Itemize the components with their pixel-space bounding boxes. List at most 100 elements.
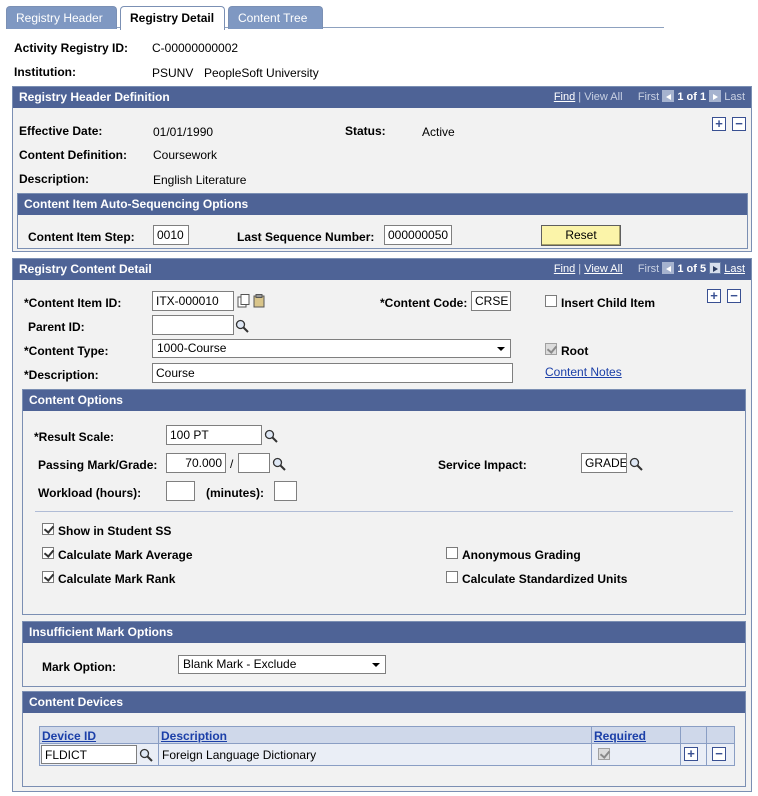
content-item-id-input[interactable]: ITX-000010 bbox=[152, 291, 234, 311]
effective-date-label: Effective Date: bbox=[19, 124, 103, 138]
col-required[interactable]: Required bbox=[594, 729, 646, 743]
insufficient-mark-options-box: Insufficient Mark Options Mark Option: B… bbox=[22, 621, 746, 687]
content-options-box: Content Options *Result Scale: 100 PT Pa… bbox=[22, 389, 746, 615]
anonymous-grading-checkbox[interactable] bbox=[446, 547, 458, 559]
mark-option-select[interactable]: Blank Mark - Exclude bbox=[178, 655, 386, 674]
mark-option-label: Mark Option: bbox=[42, 660, 116, 674]
device-id-input[interactable]: FLDICT bbox=[41, 745, 137, 764]
registry-header-definition-header: Registry Header Definition Find | View A… bbox=[13, 87, 751, 108]
status-label: Status: bbox=[345, 124, 386, 138]
parent-id-lookup-icon[interactable] bbox=[235, 319, 249, 333]
col-description[interactable]: Description bbox=[161, 729, 227, 743]
result-scale-input[interactable]: 100 PT bbox=[166, 425, 262, 445]
view-all-link[interactable]: View All bbox=[584, 263, 622, 275]
tab-content-tree[interactable]: Content Tree bbox=[228, 6, 323, 29]
effective-date: 01/01/1990 bbox=[153, 125, 214, 139]
registry-header-definition-box: Registry Header Definition Find | View A… bbox=[12, 86, 752, 252]
passing-mark-label: Passing Mark/Grade: bbox=[38, 458, 158, 472]
content-nav: Find | View All First 1 of 5 Last bbox=[554, 259, 745, 279]
tab-registry-header[interactable]: Registry Header bbox=[6, 6, 117, 29]
workload-hours-label: Workload (hours): bbox=[38, 486, 142, 500]
parent-id-label: Parent ID: bbox=[28, 320, 85, 334]
content-item-step-input[interactable]: 0010 bbox=[153, 225, 189, 245]
reset-button[interactable]: Reset bbox=[541, 225, 621, 246]
find-link[interactable]: Find bbox=[554, 263, 575, 275]
calculate-mark-average-label: Calculate Mark Average bbox=[58, 548, 193, 562]
insert-child-item-checkbox[interactable] bbox=[545, 295, 557, 307]
service-impact-label: Service Impact: bbox=[438, 458, 527, 472]
row-count: 1 of 1 bbox=[677, 91, 707, 103]
activity-registry-id-label: Activity Registry ID: bbox=[14, 41, 129, 55]
device-description: Foreign Language Dictionary bbox=[162, 748, 317, 762]
calculate-mark-rank-checkbox[interactable] bbox=[42, 571, 54, 583]
separator: | bbox=[578, 91, 582, 103]
show-in-student-ss-checkbox[interactable] bbox=[42, 523, 54, 535]
institution-label: Institution: bbox=[14, 65, 76, 79]
result-scale-label: *Result Scale: bbox=[34, 430, 115, 444]
root-label: Root bbox=[561, 344, 589, 358]
next-arrow-icon[interactable] bbox=[709, 262, 722, 275]
content-item-id-label: *Content Item ID: bbox=[24, 296, 122, 310]
row-count: 1 of 5 bbox=[677, 263, 707, 275]
passing-mark-input[interactable]: 70.000 bbox=[166, 453, 226, 473]
first-label: First bbox=[637, 263, 660, 275]
content-definition-label: Content Definition: bbox=[19, 148, 127, 162]
calculate-mark-average-checkbox[interactable] bbox=[42, 547, 54, 559]
service-impact-lookup-icon[interactable] bbox=[629, 457, 643, 471]
root-checkbox bbox=[545, 343, 557, 355]
parent-id-input[interactable] bbox=[152, 315, 234, 335]
last-sequence-number-label: Last Sequence Number: bbox=[237, 230, 375, 244]
prev-arrow-icon bbox=[662, 262, 675, 275]
institution-name: PeopleSoft University bbox=[204, 66, 319, 80]
passing-grade-lookup-icon[interactable] bbox=[272, 457, 286, 471]
add-device-icon[interactable]: + bbox=[684, 747, 698, 761]
insert-child-item-label: Insert Child Item bbox=[561, 296, 656, 310]
service-impact-input[interactable]: GRADE bbox=[581, 453, 627, 473]
anonymous-grading-label: Anonymous Grading bbox=[462, 548, 581, 562]
add-row-icon[interactable]: + bbox=[707, 289, 721, 303]
section-title: Registry Content Detail bbox=[19, 262, 152, 276]
calculate-standardized-units-checkbox[interactable] bbox=[446, 571, 458, 583]
delete-device-icon[interactable]: − bbox=[712, 747, 726, 761]
tab-registry-detail[interactable]: Registry Detail bbox=[120, 6, 225, 30]
content-devices-header: Content Devices bbox=[23, 692, 745, 713]
auto-sequencing-header: Content Item Auto-Sequencing Options bbox=[18, 194, 747, 215]
content-code-input[interactable]: CRSE bbox=[471, 291, 511, 311]
col-device-id[interactable]: Device ID bbox=[42, 729, 96, 743]
workload-minutes-input[interactable] bbox=[274, 481, 297, 501]
content-devices-box: Content Devices Device ID Description Re… bbox=[22, 691, 746, 787]
devices-grid-header: Device ID Description Required bbox=[39, 726, 735, 744]
registry-content-detail-header: Registry Content Detail Find | View All … bbox=[13, 259, 751, 280]
registry-content-detail-box: Registry Content Detail Find | View All … bbox=[12, 258, 752, 792]
content-item-step-label: Content Item Step: bbox=[28, 230, 135, 244]
show-in-student-ss-label: Show in Student SS bbox=[58, 524, 172, 538]
table-row: FLDICT Foreign Language Dictionary + − bbox=[39, 744, 735, 766]
device-id-lookup-icon[interactable] bbox=[139, 748, 153, 762]
add-row-icon[interactable]: + bbox=[712, 117, 726, 131]
delete-row-icon[interactable]: − bbox=[727, 289, 741, 303]
description-label: *Description: bbox=[24, 368, 99, 382]
view-all-disabled: View All bbox=[584, 91, 623, 103]
description-input[interactable]: Course bbox=[152, 363, 513, 383]
find-link[interactable]: Find bbox=[554, 91, 575, 103]
separator: | bbox=[578, 263, 582, 275]
next-arrow-icon bbox=[709, 90, 722, 103]
content-notes-link[interactable]: Content Notes bbox=[545, 365, 622, 379]
status-value: Active bbox=[422, 125, 455, 139]
first-label: First bbox=[637, 91, 660, 103]
content-options-header: Content Options bbox=[23, 390, 745, 411]
workload-hours-input[interactable] bbox=[166, 481, 195, 501]
description-label: Description: bbox=[19, 172, 90, 186]
content-type-select[interactable]: 1000-Course bbox=[152, 339, 511, 358]
content-code-label: *Content Code: bbox=[380, 296, 468, 310]
result-scale-lookup-icon[interactable] bbox=[264, 429, 278, 443]
last-sequence-number-input[interactable]: 000000050 bbox=[384, 225, 452, 245]
last-link[interactable]: Last bbox=[724, 263, 745, 275]
delete-row-icon[interactable]: − bbox=[732, 117, 746, 131]
content-type-label: *Content Type: bbox=[24, 344, 109, 358]
options-divider bbox=[35, 511, 733, 512]
activity-registry-id: C-00000000002 bbox=[152, 41, 239, 55]
passing-grade-input[interactable] bbox=[238, 453, 270, 473]
prev-arrow-icon bbox=[662, 90, 675, 103]
copy-paste-icon[interactable] bbox=[237, 294, 267, 308]
